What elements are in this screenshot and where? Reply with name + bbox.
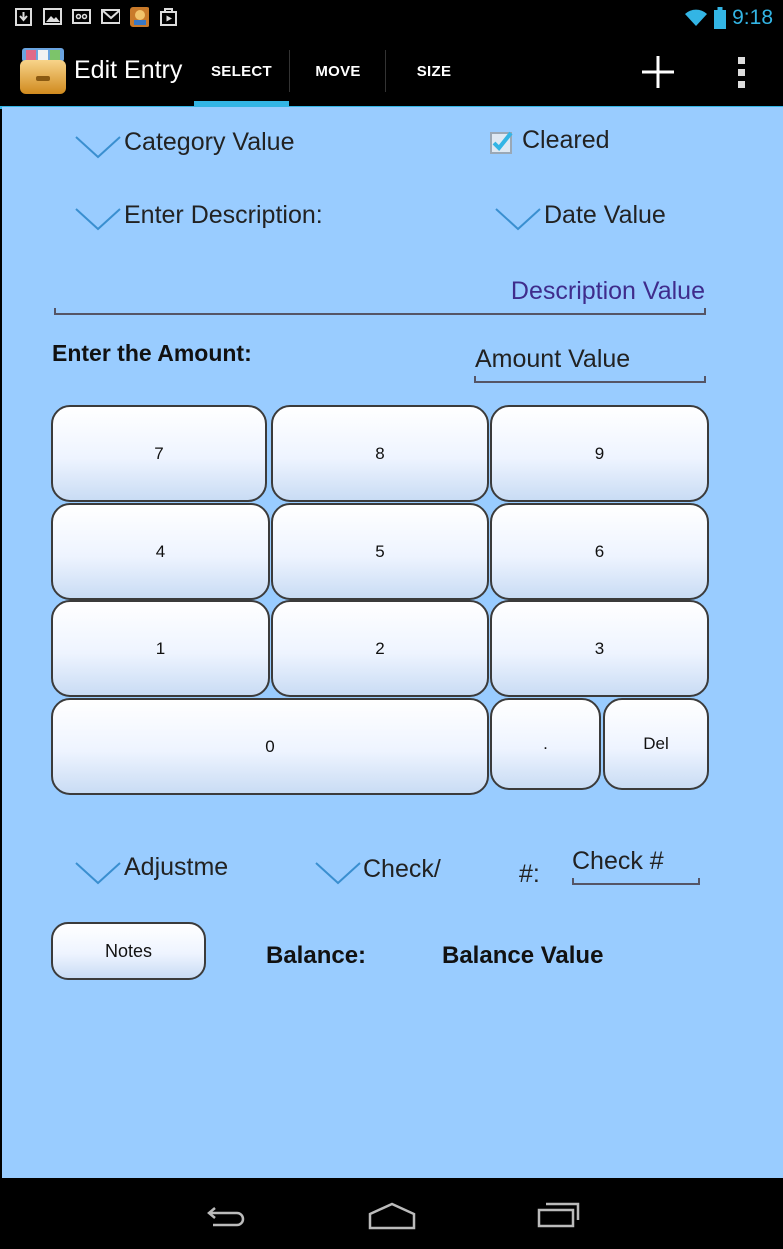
- amount-label: Enter the Amount:: [52, 340, 252, 366]
- play-store-icon: [159, 7, 178, 26]
- app-logo-icon[interactable]: [18, 46, 68, 96]
- description-value: Description Value: [510, 277, 705, 305]
- key-1[interactable]: 1: [51, 600, 270, 697]
- home-icon: [368, 1202, 416, 1230]
- key-0[interactable]: 0: [51, 698, 489, 795]
- navigation-bar: [0, 1178, 783, 1249]
- plus-icon: [642, 56, 674, 88]
- status-right: 9:18: [684, 6, 773, 30]
- wifi-icon: [685, 9, 708, 26]
- chevron-down-icon: [495, 208, 541, 231]
- checkbox-checked-icon: [490, 131, 513, 154]
- tab-select[interactable]: SELECT: [194, 36, 289, 107]
- chevron-down-icon: [75, 208, 121, 231]
- notification-icons: [14, 6, 178, 27]
- add-button[interactable]: [638, 52, 678, 92]
- amount-underline: [474, 376, 706, 383]
- check-label: Check/: [363, 855, 441, 883]
- key-8[interactable]: 8: [271, 405, 489, 502]
- tab-divider: [289, 50, 290, 92]
- cleared-label: Cleared: [522, 126, 610, 154]
- action-bar: Edit Entry SELECT MOVE SIZE: [0, 36, 783, 109]
- edit-entry-form: Category Value Cleared Enter Description…: [2, 107, 783, 1178]
- home-button[interactable]: [367, 1196, 417, 1232]
- page-title: Edit Entry: [74, 56, 183, 84]
- amount-value: Amount Value: [475, 345, 631, 373]
- adjustment-value: Adjustme: [124, 853, 229, 881]
- overflow-menu-button[interactable]: [727, 53, 757, 91]
- recent-apps-button[interactable]: [534, 1196, 584, 1232]
- key-decimal[interactable]: .: [490, 698, 601, 790]
- check-number-underline: [572, 878, 700, 885]
- chevron-down-icon: [75, 136, 121, 159]
- recent-apps-icon: [537, 1202, 580, 1228]
- check-number-clip: Check #: [572, 845, 702, 885]
- key-4[interactable]: 4: [51, 503, 270, 600]
- key-7[interactable]: 7: [51, 405, 267, 502]
- key-6[interactable]: 6: [490, 503, 709, 600]
- game-app-icon: [130, 6, 149, 27]
- back-button[interactable]: [201, 1196, 251, 1232]
- key-delete[interactable]: Del: [603, 698, 709, 790]
- status-bar: 9:18: [0, 0, 783, 36]
- balance-label: Balance:: [266, 942, 367, 969]
- key-2[interactable]: 2: [271, 600, 489, 697]
- battery-icon: [714, 7, 727, 29]
- gmail-icon: [101, 7, 120, 26]
- more-vertical-icon: [738, 57, 745, 88]
- description-underline: [54, 308, 706, 315]
- key-3[interactable]: 3: [490, 600, 709, 697]
- image-icon: [43, 7, 62, 26]
- key-5[interactable]: 5: [271, 503, 489, 600]
- check-number-value: Check #: [572, 847, 664, 875]
- clock: 9:18: [732, 6, 773, 29]
- voicemail-icon: [72, 7, 91, 26]
- back-icon: [207, 1207, 245, 1227]
- adjustment-clip: Adjustme: [124, 853, 264, 886]
- balance-value: Balance Value: [442, 942, 604, 969]
- category-value: Category Value: [124, 128, 295, 156]
- chevron-down-icon: [75, 862, 121, 885]
- date-value: Date Value: [544, 201, 666, 229]
- download-icon: [14, 7, 33, 26]
- tab-move[interactable]: MOVE: [292, 36, 384, 106]
- description-prompt: Enter Description:: [124, 201, 323, 229]
- notes-button[interactable]: Notes: [51, 922, 206, 980]
- chevron-down-icon: [315, 862, 361, 885]
- tab-size[interactable]: SIZE: [387, 36, 481, 106]
- key-9[interactable]: 9: [490, 405, 709, 502]
- check-number-prefix: #:: [519, 860, 540, 888]
- tab-divider: [385, 50, 386, 92]
